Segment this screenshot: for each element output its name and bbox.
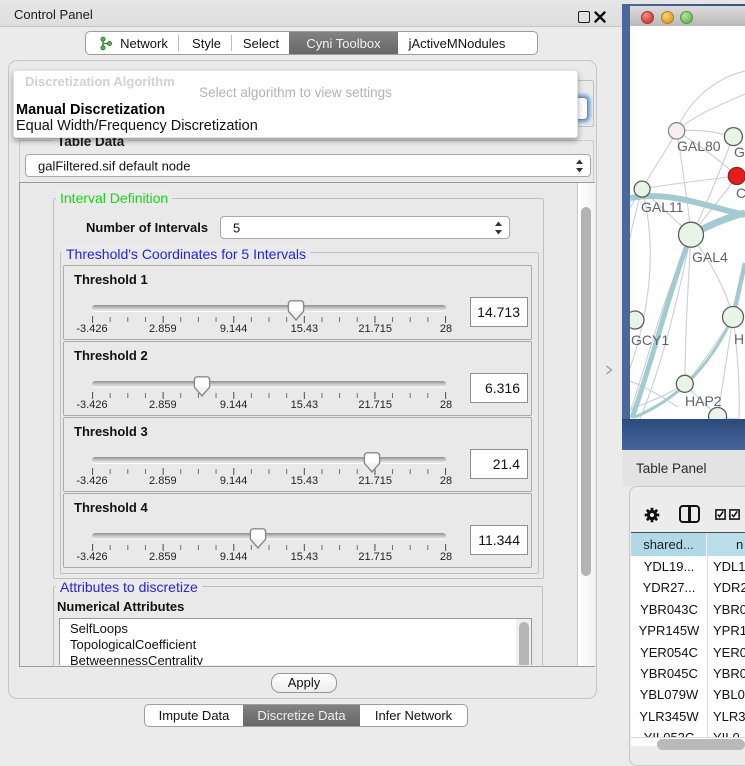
svg-text:C: C bbox=[736, 185, 745, 201]
svg-text:GAL80: GAL80 bbox=[677, 138, 721, 154]
svg-text:GAL11: GAL11 bbox=[641, 199, 684, 215]
svg-text:GAL4: GAL4 bbox=[692, 249, 728, 265]
svg-text:HAP2: HAP2 bbox=[685, 393, 722, 409]
svg-text:GCY1: GCY1 bbox=[631, 332, 669, 348]
svg-text:GA: GA bbox=[734, 144, 745, 160]
svg-text:H: H bbox=[734, 331, 744, 347]
